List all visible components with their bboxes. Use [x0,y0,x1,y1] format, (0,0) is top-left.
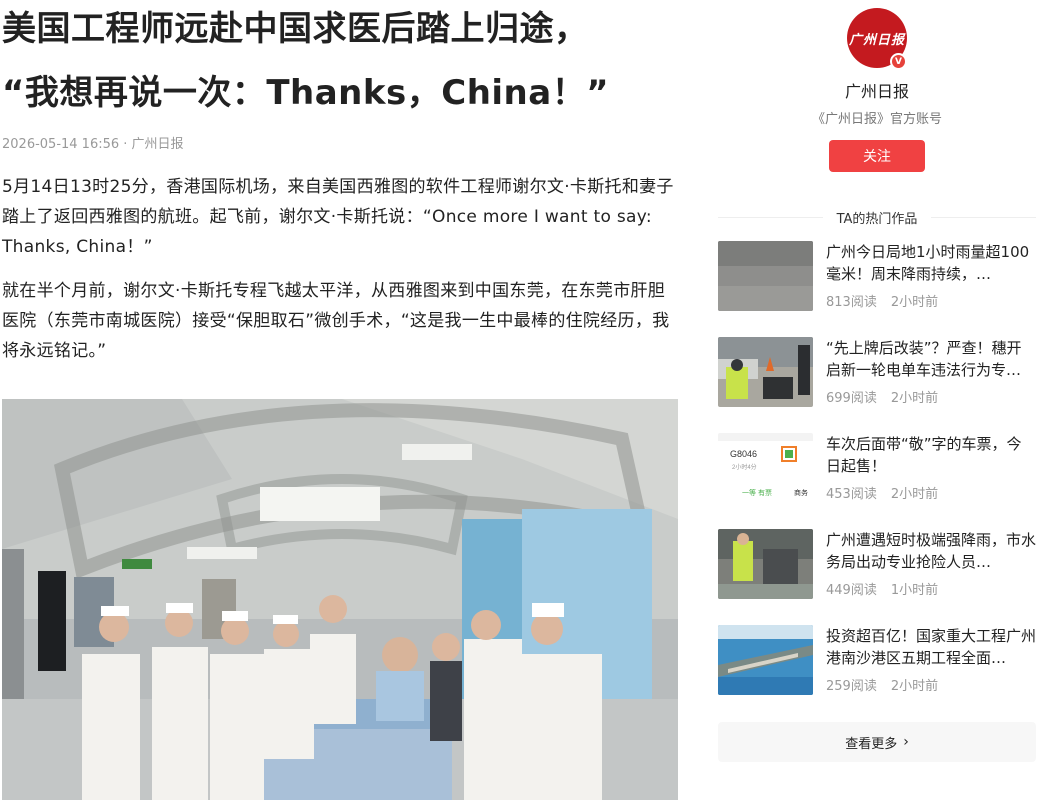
verified-icon: V [890,53,907,70]
train-ticket-thumbnail: G8046 2小时4分 一等 有票 商务 [718,433,813,503]
item-meta: 449阅读 1小时前 [826,579,1036,598]
article-meta: 2026-05-14 16:56 · 广州日报 [2,137,184,152]
article-title-line-1: 美国工程师远赴中国求医后踏上归途， [2,9,589,49]
sidebar: 广州日报 V 广州日报 《广州日报》官方账号 关注 TA的热门作品 广州今日局地… [718,0,1036,762]
item-time: 2小时前 [890,487,939,502]
item-body: 车次后面带“敬”字的车票，今日起售！ 453阅读 2小时前 [826,433,1036,529]
item-thumbnail[interactable] [718,241,813,311]
list-item[interactable]: 投资超百亿！国家重大工程广州港南沙港区五期工程全面… 259阅读 2小时前 [718,625,1036,721]
view-more-label: 查看更多 [845,736,898,752]
hot-works-heading-text: TA的热门作品 [822,207,932,227]
item-reads: 813阅读 [826,295,877,310]
hot-works-list: 广州今日局地1小时雨量超100毫米！周末降雨持续，… 813阅读 2小时前 “先… [718,241,1036,721]
item-time: 1小时前 [890,583,939,598]
account-logo-text: 广州日报 [848,32,905,48]
thumb-seat-class: 一等 有票 [742,488,772,497]
list-item[interactable]: 广州遭遇短时极端强降雨，市水务局出动专业抢险人员… 449阅读 1小时前 [718,529,1036,625]
item-body: 广州今日局地1小时雨量超100毫米！周末降雨持续，… 813阅读 2小时前 [826,241,1036,337]
article: 美国工程师远赴中国求医后踏上归途， “我想再说一次：Thanks，China！”… [0,0,680,366]
item-reads: 259阅读 [826,679,877,694]
item-time: 2小时前 [890,679,939,694]
item-body: “先上牌后改装”？严查！穗开启新一轮电单车违法行为专… 699阅读 2小时前 [826,337,1036,433]
item-title[interactable]: 广州今日局地1小时雨量超100毫米！周末降雨持续，… [826,241,1036,285]
item-meta: 699阅读 2小时前 [826,387,1036,406]
item-title[interactable]: 车次后面带“敬”字的车票，今日起售！ [826,433,1036,477]
hospital-ward-photo [2,399,678,800]
item-body: 投资超百亿！国家重大工程广州港南沙港区五期工程全面… 259阅读 2小时前 [826,625,1036,721]
account-card: 广州日报 V 广州日报 《广州日报》官方账号 关注 [718,0,1036,172]
hot-works-heading: TA的热门作品 [718,207,1036,227]
view-more-button[interactable]: 查看更多 › [718,722,1036,762]
list-item[interactable]: “先上牌后改装”？严查！穗开启新一轮电单车违法行为专… 699阅读 2小时前 [718,337,1036,433]
thumb-business-class: 商务 [794,488,808,497]
article-paragraph: 就在半个月前，谢尔文·卡斯托专程飞越太平洋，从西雅图来到中国东莞，在东莞市肝胆医… [2,281,670,361]
item-thumbnail[interactable] [718,337,813,407]
article-title: 美国工程师远赴中国求医后踏上归途， “我想再说一次：Thanks，China！” [0,0,680,125]
item-meta: 453阅读 2小时前 [826,483,1036,502]
follow-button[interactable]: 关注 [829,140,925,172]
chevron-right-icon: › [903,734,909,750]
port-aerial-thumbnail [718,625,813,695]
street-enforcement-thumbnail [718,337,813,407]
article-paragraph: 5月14日13时25分，香港国际机场，来自美国西雅图的软件工程师谢尔文·卡斯托和… [2,177,674,257]
account-name[interactable]: 广州日报 [845,78,909,102]
item-reads: 453阅读 [826,487,877,502]
article-title-line-2: “我想再说一次：Thanks，China！” [2,73,610,113]
list-item[interactable]: 广州今日局地1小时雨量超100毫米！周末降雨持续，… 813阅读 2小时前 [718,241,1036,337]
thumb-duration: 2小时4分 [732,463,757,471]
thumb-train-number: G8046 [730,449,757,459]
item-meta: 813阅读 2小时前 [826,291,1036,310]
item-thumbnail[interactable]: G8046 2小时4分 一等 有票 商务 [718,433,813,503]
rainy-ground-thumbnail [718,241,813,311]
item-meta: 259阅读 2小时前 [826,675,1036,694]
item-body: 广州遭遇短时极端强降雨，市水务局出动专业抢险人员… 449阅读 1小时前 [826,529,1036,625]
item-title[interactable]: 广州遭遇短时极端强降雨，市水务局出动专业抢险人员… [826,529,1036,573]
item-time: 2小时前 [890,391,939,406]
item-thumbnail[interactable] [718,625,813,695]
item-title[interactable]: 投资超百亿！国家重大工程广州港南沙港区五期工程全面… [826,625,1036,669]
flood-rescue-thumbnail [718,529,813,599]
item-reads: 449阅读 [826,583,877,598]
list-item[interactable]: G8046 2小时4分 一等 有票 商务 车次后面带“敬”字的车票，今日起售！ … [718,433,1036,529]
article-photo [2,399,678,800]
item-title[interactable]: “先上牌后改装”？严查！穗开启新一轮电单车违法行为专… [826,337,1036,381]
item-time: 2小时前 [890,295,939,310]
account-avatar[interactable]: 广州日报 V [847,8,907,70]
item-reads: 699阅读 [826,391,877,406]
item-thumbnail[interactable] [718,529,813,599]
account-description: 《广州日报》官方账号 [811,112,942,127]
